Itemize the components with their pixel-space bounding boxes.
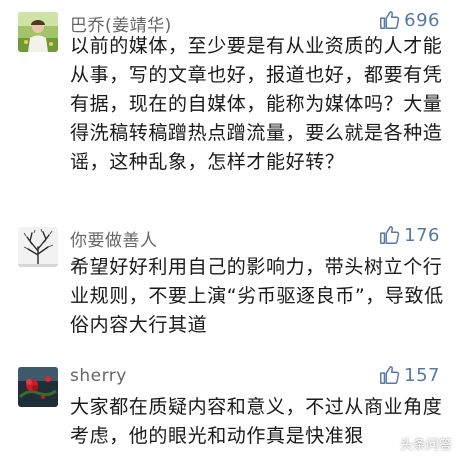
like-count: 696 [404,9,440,31]
like-button[interactable]: 157 [378,364,440,386]
comment-text: 以前的媒体，至少要是有从业资质的人才能从事，写的文章也好，报道也好，都要有凭有据… [70,35,443,173]
bare-tree-avatar [18,227,58,267]
avatar[interactable] [18,367,58,407]
avatar[interactable] [18,227,58,267]
toutiao-logo-icon [379,435,396,452]
person-in-field-avatar [18,12,58,52]
like-button[interactable]: 696 [378,9,440,31]
thumbs-up-icon [380,226,400,244]
thumbs-up-icon [380,11,400,29]
username[interactable]: sherry [70,366,127,386]
like-button[interactable]: 176 [378,224,440,246]
comment-text: 希望好好利用自己的影响力，带头树立个行业规则，不要上演“劣币驱逐良币”，导致低俗… [70,256,444,336]
comment-item: 你要做善人 176 希望好好利用自己的影响力，带头树立个行业规则，不要上演“劣币… [0,215,462,355]
like-count: 157 [404,364,440,386]
username[interactable]: 你要做善人 [70,226,158,251]
thumbs-up-icon [380,366,400,384]
red-flower-avatar [18,367,58,407]
watermark: 头条问答 [379,434,452,453]
avatar[interactable] [18,12,58,52]
comment-item: 巴乔(姜靖华) 696 以前的媒体，至少要是有从业资质的人才能从事，写的文章也好… [0,0,462,215]
like-count: 176 [404,224,440,246]
watermark-text: 头条问答 [399,438,452,453]
